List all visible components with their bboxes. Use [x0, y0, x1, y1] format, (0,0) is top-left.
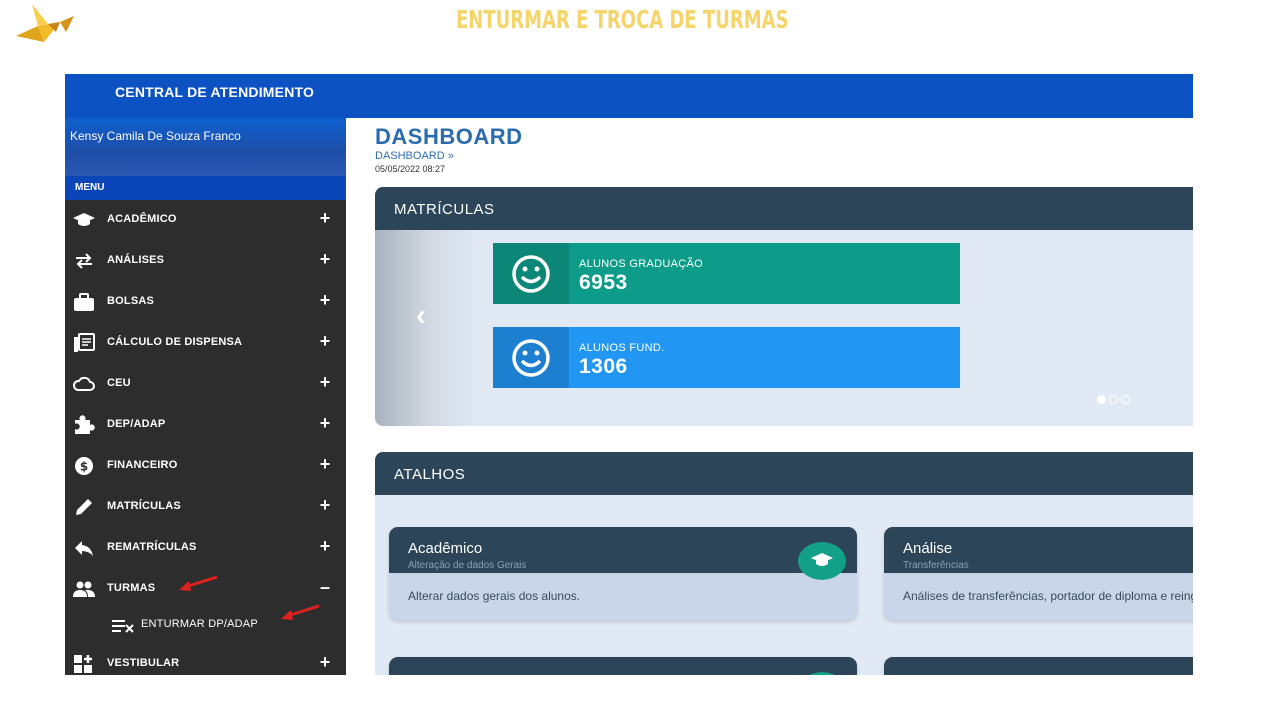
sidebar-item-academico[interactable]: ACADÊMICO +	[65, 200, 346, 241]
user-box: Kensy Camila De Souza Franco	[65, 118, 346, 176]
card-subtitle: Alteração de dados Gerais	[408, 560, 527, 571]
graduation-cap-icon	[73, 213, 95, 226]
sidebar-item-vestibular[interactable]: VESTIBULAR +	[65, 644, 346, 675]
puzzle-piece-icon	[75, 415, 95, 434]
expand-toggle[interactable]: +	[318, 652, 332, 673]
expand-toggle[interactable]: +	[318, 454, 332, 475]
shortcut-card-4[interactable]	[884, 657, 1193, 675]
top-bar: CENTRAL DE ATENDIMENTO	[65, 74, 1193, 118]
grid-plus-icon	[74, 655, 92, 673]
sidebar-item-label: ACADÊMICO	[107, 213, 177, 225]
sidebar-item-label: VESTIBULAR	[107, 657, 180, 669]
sidebar-item-rematriculas[interactable]: REMATRÍCULAS +	[65, 528, 346, 569]
expand-toggle[interactable]: +	[318, 536, 332, 557]
dollar-circle-icon: $	[75, 457, 93, 475]
sidebar-item-label: MATRÍCULAS	[107, 500, 181, 512]
app-header-title: CENTRAL DE ATENDIMENTO	[115, 84, 315, 100]
briefcase-icon	[74, 293, 94, 311]
annotation-arrow-turmas	[179, 575, 218, 591]
sidebar-item-bolsas[interactable]: BOLSAS +	[65, 282, 346, 323]
sidebar-item-ceu[interactable]: CEU +	[65, 364, 346, 405]
expand-toggle[interactable]: +	[318, 372, 332, 393]
shortcut-card-3[interactable]	[389, 657, 857, 675]
smiley-face-icon	[493, 243, 569, 304]
sidebar-item-label: DEP/ADAP	[107, 418, 166, 430]
sidebar-item-matriculas[interactable]: MATRÍCULAS +	[65, 487, 346, 528]
sidebar: Kensy Camila De Souza Franco MENU ACADÊM…	[65, 118, 346, 675]
stat-value: 1306	[579, 355, 628, 378]
chevron-left-icon[interactable]: ‹	[416, 299, 426, 333]
exchange-arrows-icon	[76, 253, 92, 269]
card-title: Análise	[903, 540, 953, 557]
matriculas-panel-header: MATRÍCULAS	[375, 187, 1193, 230]
stat-label: ALUNOS FUND.	[579, 342, 665, 354]
sidebar-subitem-label: ENTURMAR DP/ADAP	[141, 618, 258, 630]
carousel-prev-area[interactable]	[375, 230, 480, 426]
matriculas-panel: MATRÍCULAS ‹ ALUNOS GRADUAÇÃO 6953 ALUNO…	[375, 187, 1193, 426]
carousel-indicators	[1097, 391, 1133, 409]
page-title: DASHBOARD	[375, 124, 523, 149]
atalhos-panel-title: ATALHOS	[394, 466, 466, 483]
origami-bird-logo-icon	[16, 4, 74, 42]
expand-toggle[interactable]: +	[318, 495, 332, 516]
card-subtitle: Transferências	[903, 560, 969, 571]
sidebar-item-label: CÁLCULO DE DISPENSA	[107, 336, 243, 348]
expand-toggle[interactable]: +	[318, 413, 332, 434]
atalhos-panel-header: ATALHOS	[375, 452, 1193, 495]
sidebar-item-financeiro[interactable]: $ FINANCEIRO +	[65, 446, 346, 487]
main-content: DASHBOARD DASHBOARD » 05/05/2022 08:27 M…	[346, 118, 1193, 675]
svg-text:$: $	[80, 460, 88, 474]
sidebar-item-calculo-de-dispensa[interactable]: CÁLCULO DE DISPENSA +	[65, 323, 346, 364]
smiley-face-icon	[493, 327, 569, 388]
card-header	[884, 657, 1193, 675]
atalhos-panel: ATALHOS Acadêmico Alteração de dados Ger…	[375, 452, 1193, 675]
card-header	[389, 657, 857, 675]
carousel-dot[interactable]	[1121, 395, 1130, 404]
stat-card-alunos-graduacao: ALUNOS GRADUAÇÃO 6953	[493, 243, 960, 304]
graduation-cap-icon	[798, 542, 846, 580]
sidebar-item-label: CEU	[107, 377, 131, 389]
sidebar-item-label: REMATRÍCULAS	[107, 541, 197, 553]
stat-card-alunos-fund: ALUNOS FUND. 1306	[493, 327, 960, 388]
sidebar-item-label: TURMAS	[107, 582, 156, 594]
expand-toggle[interactable]: +	[318, 208, 332, 229]
annotation-arrow-enturmar	[281, 604, 320, 620]
document-list-icon	[74, 333, 95, 352]
datetime: 05/05/2022 08:27	[375, 164, 446, 174]
slide-title: ENTURMAR E TROCA DE TURMAS	[456, 5, 789, 34]
reply-arrow-icon	[75, 541, 93, 556]
collapse-toggle[interactable]: –	[318, 577, 332, 598]
stat-value: 6953	[579, 271, 628, 294]
sidebar-item-label: FINANCEIRO	[107, 459, 178, 471]
list-remove-icon	[112, 620, 134, 633]
card-description: Alterar dados gerais dos alunos.	[408, 589, 581, 603]
users-icon	[73, 581, 95, 597]
app-window: CENTRAL DE ATENDIMENTO Kensy Camila De S…	[65, 74, 1193, 675]
menu-label: MENU	[65, 176, 346, 200]
cloud-icon	[73, 376, 95, 391]
user-name: Kensy Camila De Souza Franco	[70, 129, 241, 143]
matriculas-panel-title: MATRÍCULAS	[394, 201, 495, 218]
card-title: Acadêmico	[408, 540, 483, 557]
pencil-icon	[76, 499, 92, 515]
sidebar-item-dep-adap[interactable]: DEP/ADAP +	[65, 405, 346, 446]
stat-label: ALUNOS GRADUAÇÃO	[579, 258, 703, 270]
expand-toggle[interactable]: +	[318, 331, 332, 352]
shortcut-card-analise[interactable]: Análise Transferências Análises de trans…	[884, 527, 1193, 620]
shortcut-card-academico[interactable]: Acadêmico Alteração de dados Gerais Alte…	[389, 527, 857, 620]
sidebar-item-analises[interactable]: ANÁLISES +	[65, 241, 346, 282]
carousel-dot[interactable]	[1097, 395, 1106, 404]
sidebar-item-label: ANÁLISES	[107, 254, 165, 266]
expand-toggle[interactable]: +	[318, 290, 332, 311]
carousel-dot[interactable]	[1109, 395, 1118, 404]
sidebar-item-label: BOLSAS	[107, 295, 155, 307]
card-description: Análises de transferências, portador de …	[903, 589, 1193, 603]
breadcrumb[interactable]: DASHBOARD »	[375, 150, 454, 162]
expand-toggle[interactable]: +	[318, 249, 332, 270]
